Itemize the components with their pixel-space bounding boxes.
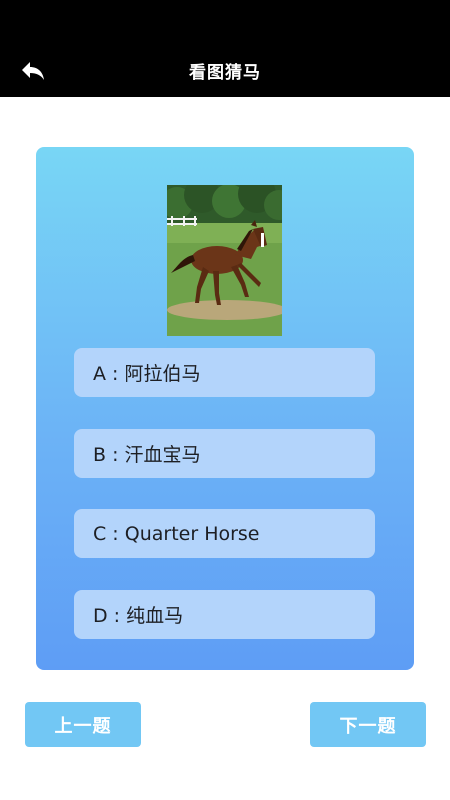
page-title: 看图猜马 (189, 63, 261, 83)
option-b[interactable]: B : 汗血宝马 (74, 429, 375, 478)
next-question-button[interactable]: 下一题 (310, 702, 426, 747)
option-a[interactable]: A : 阿拉伯马 (74, 348, 375, 397)
top-bar: 看图猜马 (0, 0, 450, 97)
horse-photo (167, 185, 282, 336)
previous-question-button[interactable]: 上一题 (25, 702, 141, 747)
option-c[interactable]: C : Quarter Horse (74, 509, 375, 558)
option-d[interactable]: D : 纯血马 (74, 590, 375, 639)
question-card: A : 阿拉伯马 B : 汗血宝马 C : Quarter Horse D : … (36, 147, 414, 670)
